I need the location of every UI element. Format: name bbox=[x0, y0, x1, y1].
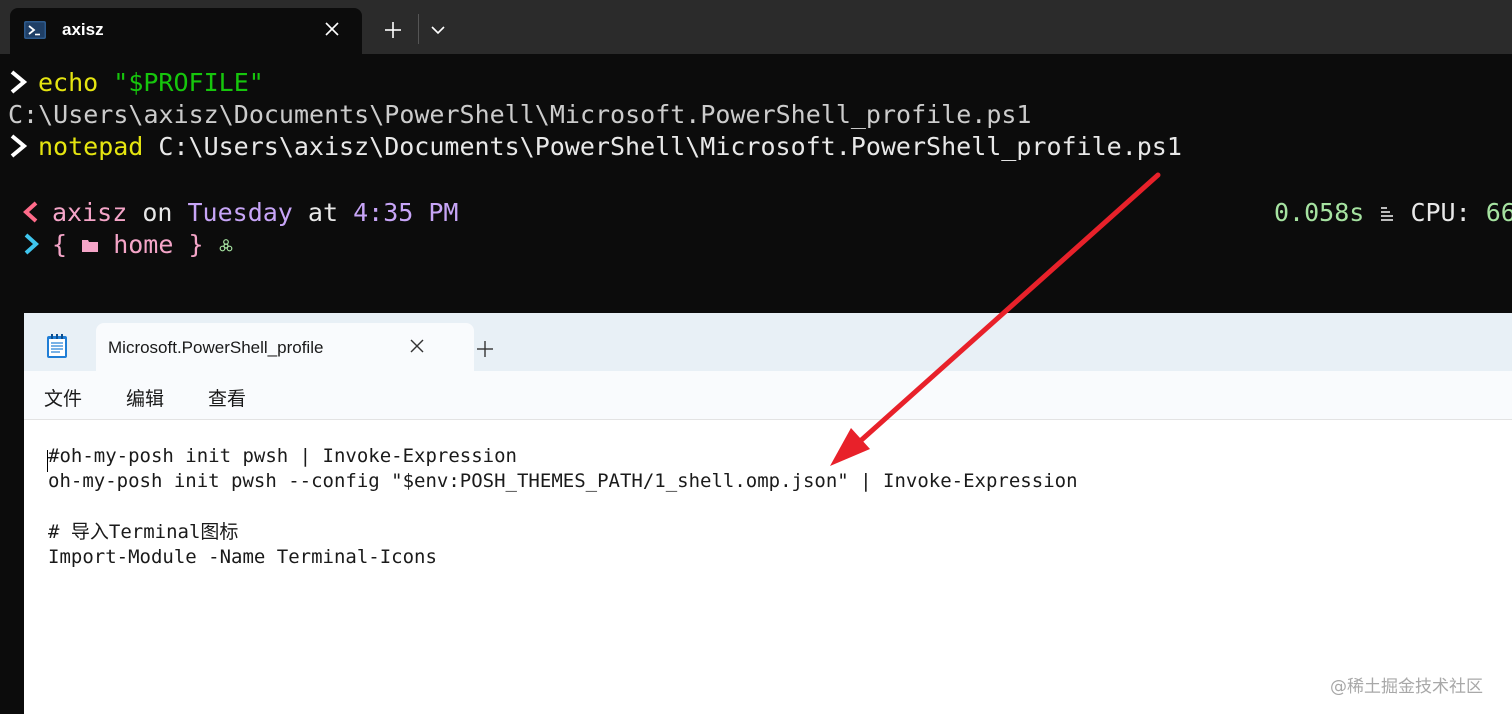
chevron-left-icon bbox=[23, 201, 38, 223]
terminal-tab-title: axisz bbox=[62, 20, 104, 39]
notepad-icon bbox=[47, 334, 67, 358]
omp-prompt-line-1: axisz on Tuesday at 4:35 PM bbox=[22, 197, 458, 229]
notepad-window: Microsoft.PowerShell_profile 文件 编辑 查看 #o… bbox=[24, 313, 1512, 714]
close-icon[interactable] bbox=[406, 335, 428, 357]
notepad-tab-title: Microsoft.PowerShell_profile bbox=[108, 338, 324, 357]
notepad-editor[interactable]: #oh-my-posh init pwsh | Invoke-Expressio… bbox=[24, 420, 1512, 714]
tab-separator bbox=[418, 14, 419, 44]
close-icon[interactable] bbox=[320, 17, 344, 41]
prompt-duration: 0.058s bbox=[1274, 198, 1365, 227]
powershell-icon bbox=[24, 21, 46, 39]
prompt-time: 4:35 PM bbox=[353, 198, 459, 227]
menu-view[interactable]: 查看 bbox=[208, 384, 246, 411]
terminal-output-path: C:\Users\axisz\Documents\PowerShell\Micr… bbox=[8, 100, 1032, 129]
prompt-arrow-icon bbox=[10, 134, 28, 158]
terminal-tab-axisz[interactable]: axisz bbox=[10, 8, 362, 54]
prompt-open-brace: { bbox=[52, 230, 68, 259]
notepad-menubar: 文件 编辑 查看 bbox=[24, 371, 1512, 420]
command-arg: C:\Users\axisz\Documents\PowerShell\Micr… bbox=[158, 132, 1182, 161]
prompt-folder: home bbox=[113, 230, 174, 259]
biohazard-icon bbox=[219, 239, 232, 252]
prompt-at: at bbox=[307, 198, 339, 227]
folder-icon bbox=[82, 240, 99, 252]
prompt-close-brace: } bbox=[188, 230, 204, 259]
stack-icon bbox=[1381, 207, 1394, 221]
terminal-tab-bar: axisz bbox=[0, 0, 1512, 54]
menu-edit[interactable]: 编辑 bbox=[126, 384, 164, 411]
terminal-line-notepad: notepad C:\Users\axisz\Documents\PowerSh… bbox=[8, 131, 1182, 163]
omp-prompt-line-2: { home } bbox=[22, 229, 233, 261]
prompt-day: Tuesday bbox=[187, 198, 293, 227]
command-echo: echo bbox=[38, 68, 99, 97]
plus-icon[interactable] bbox=[380, 17, 406, 43]
notepad-titlebar: Microsoft.PowerShell_profile bbox=[24, 313, 1512, 371]
code-line: oh-my-posh init pwsh --config "$env:POSH… bbox=[48, 470, 1078, 492]
terminal-line-echo: echo "$PROFILE" bbox=[8, 67, 264, 99]
prompt-on: on bbox=[142, 198, 173, 227]
watermark: @稀土掘金技术社区 bbox=[1330, 677, 1483, 697]
command-notepad: notepad bbox=[38, 132, 144, 161]
plus-icon[interactable] bbox=[474, 338, 496, 360]
chevron-down-icon[interactable] bbox=[428, 20, 448, 40]
prompt-cpu-value: 66 bbox=[1485, 198, 1512, 227]
prompt-arrow-icon bbox=[10, 70, 28, 94]
prompt-user: axisz bbox=[52, 198, 128, 227]
code-line: # 导入Terminal图标 bbox=[48, 521, 239, 543]
notepad-tab[interactable]: Microsoft.PowerShell_profile bbox=[96, 323, 474, 371]
command-arg: "$PROFILE" bbox=[113, 68, 264, 97]
code-line: #oh-my-posh init pwsh | Invoke-Expressio… bbox=[48, 445, 517, 467]
prompt-cpu-label: CPU: bbox=[1410, 198, 1471, 227]
code-line: Import-Module -Name Terminal-Icons bbox=[48, 546, 437, 568]
menu-file[interactable]: 文件 bbox=[44, 384, 82, 411]
omp-right-status: 0.058s CPU: 66 bbox=[1274, 197, 1512, 229]
prompt-arrow-icon bbox=[24, 233, 39, 255]
